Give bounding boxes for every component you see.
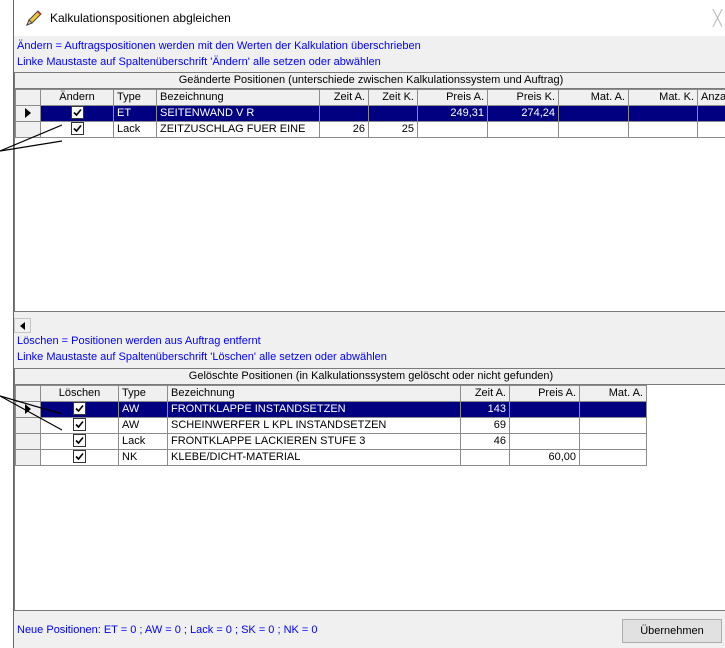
- cell-type: Lack: [118, 433, 168, 450]
- pencil-icon: [26, 10, 42, 26]
- cell-type: NK: [118, 449, 168, 466]
- cell-anzahl: [697, 121, 725, 138]
- close-icon[interactable]: ╳: [713, 9, 722, 27]
- changed-grid-hscrollbar[interactable]: [14, 318, 725, 333]
- cell-mat-a: [579, 417, 647, 434]
- column-header-preis-k[interactable]: Preis K.: [487, 89, 559, 106]
- cell-bezeichnung: SCHEINWERFER L KPL INSTANDSETZEN: [167, 417, 461, 434]
- cell-zeit-k: 25: [368, 121, 418, 138]
- loeschen-checkbox[interactable]: [40, 401, 119, 418]
- cell-bezeichnung: FRONTKLAPPE LACKIEREN STUFE 3: [167, 433, 461, 450]
- cell-zeit-k: [368, 105, 418, 122]
- cell-preis-a: 249,31: [417, 105, 488, 122]
- cell-preis-k: [487, 121, 559, 138]
- title-bar: Kalkulationspositionen abgleichen ╳: [14, 0, 725, 36]
- cell-mat-k: [628, 121, 698, 138]
- table-row[interactable]: AW FRONTKLAPPE INSTANDSETZEN 143: [15, 401, 647, 418]
- column-header-mat-k[interactable]: Mat. K.: [628, 89, 698, 106]
- cell-preis-a: [509, 417, 580, 434]
- loeschen-checkbox[interactable]: [40, 417, 119, 434]
- deleted-grid-header: Löschen Type Bezeichnung Zeit A. Preis A…: [15, 385, 647, 402]
- column-header-zeit-a[interactable]: Zeit A.: [460, 385, 510, 402]
- deleted-positions-grid[interactable]: Gelöschte Positionen (in Kalkulationssys…: [14, 368, 725, 611]
- apply-button[interactable]: Übernehmen: [622, 619, 722, 643]
- cell-bezeichnung: KLEBE/DICHT-MATERIAL: [167, 449, 461, 466]
- row-indicator: [15, 449, 41, 466]
- delete-info-line2: Linke Maustaste auf Spaltenüberschrift '…: [17, 351, 387, 363]
- aendern-checkbox[interactable]: [40, 121, 114, 138]
- new-positions-status: Neue Positionen: ET = 0 ; AW = 0 ; Lack …: [17, 624, 318, 636]
- scroll-left-arrow-icon[interactable]: [14, 318, 31, 333]
- window-title: Kalkulationspositionen abgleichen: [50, 11, 231, 25]
- column-header-aendern[interactable]: Ändern: [40, 89, 114, 106]
- table-row[interactable]: ET SEITENWAND V R 249,31 274,24: [15, 105, 725, 122]
- cell-type: AW: [118, 417, 168, 434]
- cell-mat-k: [628, 105, 698, 122]
- cell-mat-a: [579, 433, 647, 450]
- change-info-line2: Linke Maustaste auf Spaltenüberschrift '…: [17, 56, 381, 68]
- column-header-preis-a[interactable]: Preis A.: [509, 385, 580, 402]
- column-header-zeit-k[interactable]: Zeit K.: [368, 89, 418, 106]
- table-row[interactable]: NK KLEBE/DICHT-MATERIAL 60,00: [15, 449, 647, 466]
- column-header-preis-a[interactable]: Preis A.: [417, 89, 488, 106]
- column-header-type[interactable]: Type: [118, 385, 168, 402]
- column-header-loeschen[interactable]: Löschen: [40, 385, 119, 402]
- cell-type: Lack: [113, 121, 157, 138]
- changed-grid-header: Ändern Type Bezeichnung Zeit A. Zeit K. …: [15, 89, 725, 106]
- background-left-edge: [0, 0, 14, 648]
- row-indicator: [15, 433, 41, 450]
- column-header-zeit-a[interactable]: Zeit A.: [319, 89, 369, 106]
- cell-zeit-a: 143: [460, 401, 510, 418]
- header-indicator: [15, 89, 41, 106]
- row-indicator: [15, 417, 41, 434]
- cell-preis-a: 60,00: [509, 449, 580, 466]
- cell-zeit-a: [460, 449, 510, 466]
- column-header-mat-a[interactable]: Mat. A.: [558, 89, 629, 106]
- cell-preis-k: 274,24: [487, 105, 559, 122]
- column-header-anzahl[interactable]: Anza: [697, 89, 725, 106]
- row-pointer-icon: [15, 105, 41, 122]
- deleted-positions-table: Löschen Type Bezeichnung Zeit A. Preis A…: [15, 385, 647, 466]
- changed-positions-grid[interactable]: Geänderte Positionen (unterschiede zwisc…: [14, 72, 725, 312]
- change-info-line1: Ändern = Auftragspositionen werden mit d…: [17, 40, 421, 52]
- cell-bezeichnung: SEITENWAND V R: [156, 105, 320, 122]
- column-header-bezeichnung[interactable]: Bezeichnung: [167, 385, 461, 402]
- aendern-checkbox[interactable]: [40, 105, 114, 122]
- column-header-mat-a[interactable]: Mat. A.: [579, 385, 647, 402]
- cell-type: ET: [113, 105, 157, 122]
- cell-bezeichnung: FRONTKLAPPE INSTANDSETZEN: [167, 401, 461, 418]
- cell-mat-a: [558, 105, 629, 122]
- changed-grid-caption: Geänderte Positionen (unterschiede zwisc…: [15, 73, 725, 89]
- cell-preis-a: [417, 121, 488, 138]
- cell-zeit-a: 46: [460, 433, 510, 450]
- column-header-type[interactable]: Type: [113, 89, 157, 106]
- scroll-track[interactable]: [32, 318, 725, 333]
- row-indicator: [15, 121, 41, 138]
- cell-zeit-a: 26: [319, 121, 369, 138]
- cell-zeit-a: [319, 105, 369, 122]
- cell-mat-a: [579, 401, 647, 418]
- table-row[interactable]: AW SCHEINWERFER L KPL INSTANDSETZEN 69: [15, 417, 647, 434]
- cell-bezeichnung: ZEITZUSCHLAG FUER EINE: [156, 121, 320, 138]
- loeschen-checkbox[interactable]: [40, 433, 119, 450]
- deleted-grid-caption: Gelöschte Positionen (in Kalkulationssys…: [15, 369, 725, 385]
- header-indicator: [15, 385, 41, 402]
- changed-positions-table: Ändern Type Bezeichnung Zeit A. Zeit K. …: [15, 89, 725, 138]
- cell-mat-a: [579, 449, 647, 466]
- delete-info-line1: Löschen = Positionen werden aus Auftrag …: [17, 335, 261, 347]
- cell-preis-a: [509, 401, 580, 418]
- cell-zeit-a: 69: [460, 417, 510, 434]
- cell-preis-a: [509, 433, 580, 450]
- loeschen-checkbox[interactable]: [40, 449, 119, 466]
- table-row[interactable]: Lack ZEITZUSCHLAG FUER EINE 26 25: [15, 121, 725, 138]
- row-pointer-icon: [15, 401, 41, 418]
- table-row[interactable]: Lack FRONTKLAPPE LACKIEREN STUFE 3 46: [15, 433, 647, 450]
- cell-type: AW: [118, 401, 168, 418]
- cell-anzahl: [697, 105, 725, 122]
- dialog-window: Kalkulationspositionen abgleichen ╳ Ände…: [14, 0, 725, 648]
- cell-mat-a: [558, 121, 629, 138]
- column-header-bezeichnung[interactable]: Bezeichnung: [156, 89, 320, 106]
